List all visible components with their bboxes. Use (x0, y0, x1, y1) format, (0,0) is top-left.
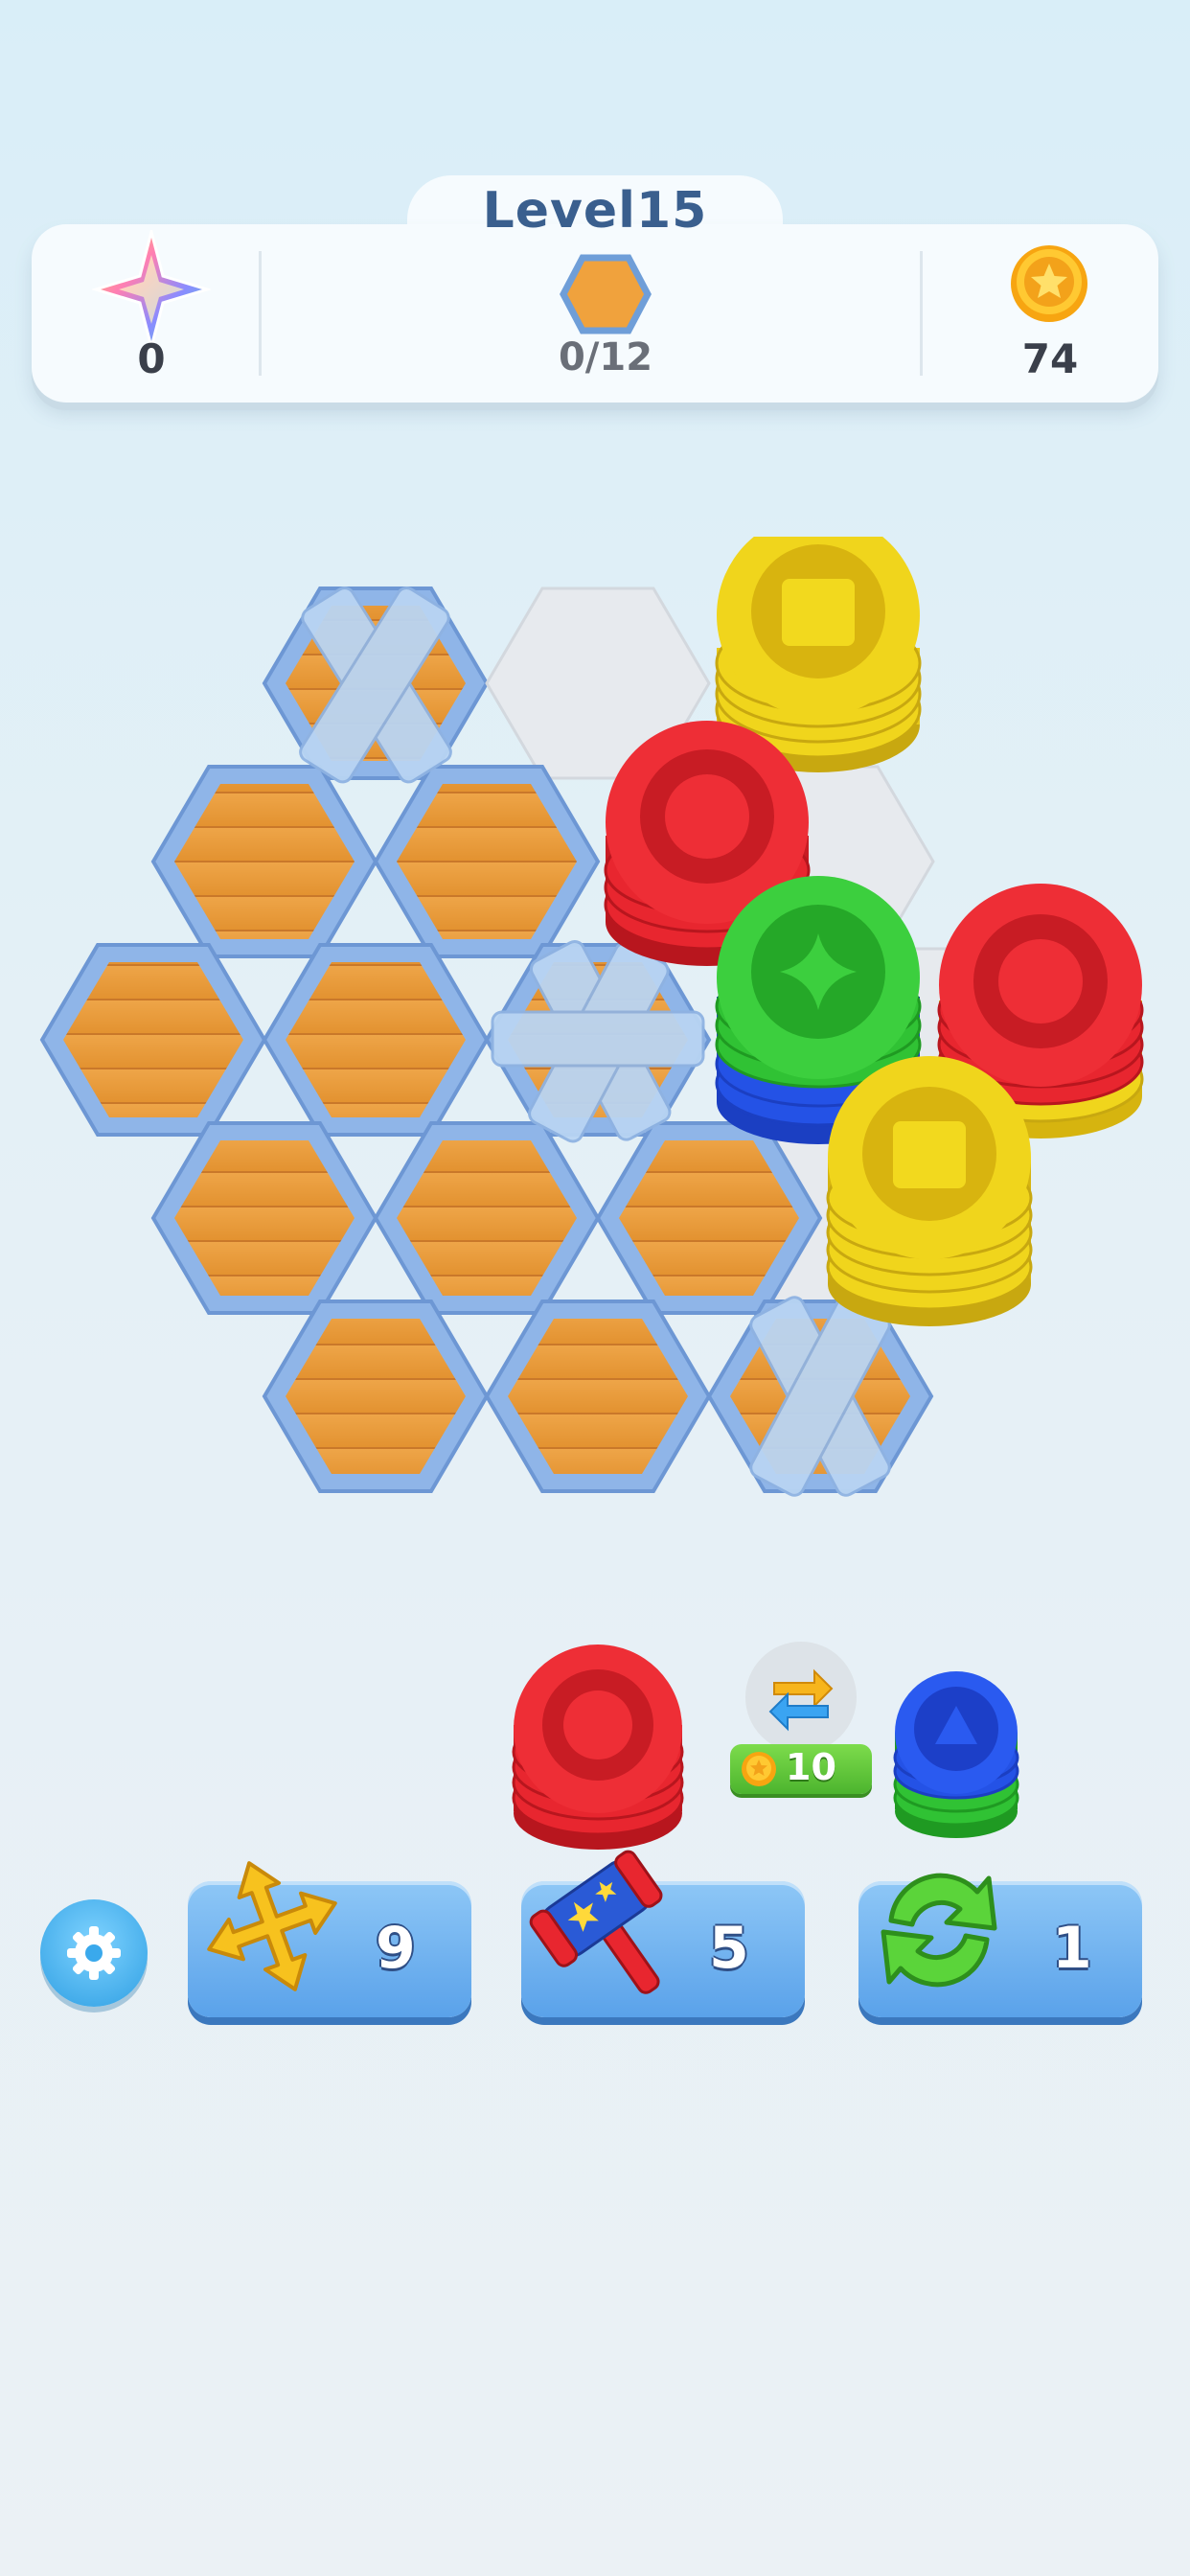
hex-tile[interactable] (373, 765, 601, 958)
coins-count: 74 (1021, 335, 1079, 382)
tiles-progress: 0/12 (558, 335, 653, 380)
red-tray-stack[interactable] (504, 1644, 696, 1855)
hex-tile[interactable] (150, 1121, 378, 1315)
divider (920, 251, 923, 376)
hex-tile[interactable] (39, 943, 267, 1137)
refresh-icon (881, 1873, 997, 1988)
hex-tile[interactable] (262, 1300, 490, 1493)
hex-board (39, 537, 1144, 1497)
gold-coin-icon (1011, 245, 1087, 322)
hex-tile[interactable] (150, 765, 378, 958)
swap-arrows-icon (768, 1668, 834, 1732)
level-title: Level15 (482, 182, 708, 240)
hex-tile[interactable] (262, 943, 490, 1137)
gear-icon (67, 1926, 121, 1980)
swap-price-label: 10 (786, 1746, 836, 1788)
divider (259, 251, 262, 376)
yellow-stack[interactable] (826, 1056, 1033, 1326)
shuffle-booster-count: 1 (1052, 1915, 1092, 1982)
gold-coin-icon (742, 1752, 776, 1786)
hex-tile[interactable] (373, 1121, 601, 1315)
move-arrows-icon (207, 1861, 337, 1991)
rainbow-star-icon (92, 230, 211, 353)
hammer-booster-count: 5 (709, 1915, 749, 1982)
orange-hex-icon (560, 254, 652, 334)
hammer-icon (529, 1850, 663, 1994)
blue-green-tray-stack[interactable] (889, 1669, 1023, 1842)
move-booster-count: 9 (376, 1915, 416, 1982)
hex-tile[interactable] (484, 1300, 712, 1493)
stars-count: 0 (137, 335, 166, 382)
